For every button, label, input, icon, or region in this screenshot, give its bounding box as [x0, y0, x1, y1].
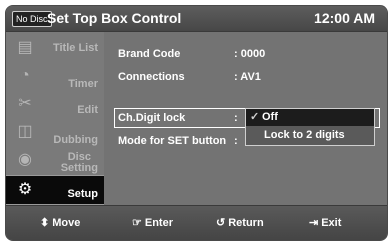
setting-value-connections[interactable]: : AV1	[234, 69, 261, 85]
check-icon: ✓	[250, 111, 260, 123]
sidebar-item-setup[interactable]: ⚙ Setup	[6, 175, 104, 205]
dropdown-option-label: Off	[262, 111, 278, 123]
footer-return-label: Return	[228, 217, 264, 229]
sidebar-item-edit[interactable]: ✂ Edit	[6, 90, 104, 118]
no-disc-badge: No Disc	[12, 11, 52, 27]
dropdown-option-off[interactable]: ✓ Off	[246, 109, 374, 126]
footer-enter-label: Enter	[144, 217, 173, 229]
sidebar: ▤ Title List ◔ Timer ✂ Edit ◫ Dubbing ◉ …	[6, 32, 104, 205]
setting-value-brand-code[interactable]: : 0000	[234, 46, 265, 62]
window-title: Set Top Box Control	[47, 10, 182, 26]
title-bar: No Disc Set Top Box Control 12:00 AM	[6, 6, 387, 32]
scissors-icon: ✂	[18, 95, 32, 112]
sidebar-item-disc-setting[interactable]: ◉ Disc Setting	[6, 146, 104, 174]
sidebar-item-timer[interactable]: ◔ Timer	[6, 62, 104, 90]
dropdown-option-label: Lock to 2 digits	[264, 129, 345, 141]
return-icon: ↺	[216, 217, 226, 229]
footer-exit-label: Exit	[321, 217, 342, 229]
dubbing-icon: ◫	[17, 123, 33, 140]
settings-panel: Brand Code : 0000 Connections : AV1 Ch.D…	[104, 32, 387, 205]
disc-icon: ◉	[18, 151, 32, 168]
dropdown-option-lock-2-digits[interactable]: Lock to 2 digits	[246, 127, 374, 144]
footer-move-label: Move	[52, 217, 81, 229]
footer-move: ⬍ Move	[40, 216, 80, 230]
setting-label-mode-set-button: Mode for SET button	[118, 135, 227, 147]
footer-help-bar: ⬍ Move ☞ Enter ↺ Return ⇥ Exit	[6, 205, 387, 240]
clock-icon: ◔	[20, 67, 30, 84]
setting-label-connections: Connections	[118, 71, 185, 83]
osd-window: No Disc Set Top Box Control 12:00 AM ▤ T…	[5, 5, 388, 241]
sidebar-item-title-list[interactable]: ▤ Title List	[6, 34, 104, 62]
setting-label-brand-code: Brand Code	[118, 48, 181, 60]
sidebar-item-dubbing[interactable]: ◫ Dubbing	[6, 118, 104, 146]
setting-label-ch-digit-lock[interactable]: Ch.Digit lock	[118, 110, 185, 126]
sidebar-item-label: Disc Setting	[61, 146, 98, 174]
gear-icon: ⚙	[17, 181, 33, 198]
move-arrows-icon: ⬍	[40, 217, 50, 229]
footer-exit: ⇥ Exit	[309, 216, 341, 230]
sidebar-item-label: Setup	[67, 187, 98, 200]
enter-icon: ☞	[132, 217, 142, 229]
setting-value-ch-digit-lock: :	[234, 112, 238, 124]
film-strip-icon: ▤	[17, 39, 33, 56]
sidebar-item-label: Title List	[52, 41, 98, 54]
ch-digit-lock-dropdown[interactable]: ✓ Off Lock to 2 digits	[245, 108, 375, 146]
sidebar-item-label-line2: Setting	[60, 162, 98, 174]
footer-return: ↺ Return	[216, 216, 264, 230]
clock: 12:00 AM	[314, 10, 375, 26]
exit-icon: ⇥	[309, 217, 319, 229]
footer-enter: ☞ Enter	[132, 216, 173, 230]
setting-value-mode-set-button: :	[234, 135, 238, 147]
